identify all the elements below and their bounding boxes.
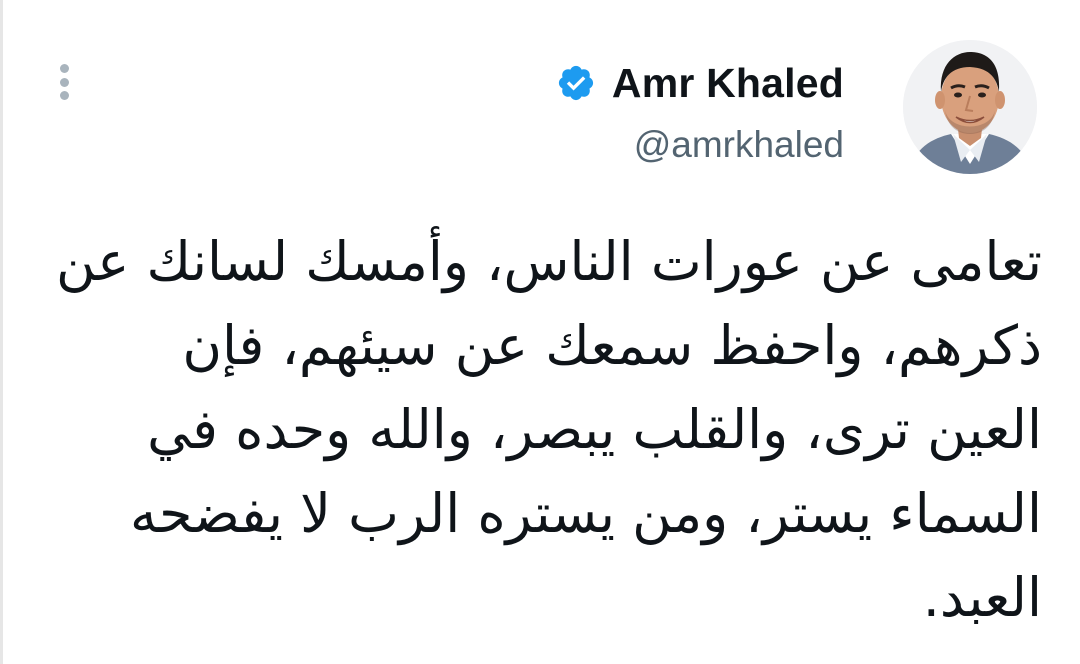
tweet-text-line: العين ترى، والقلب يبصر، والله وحده في: [147, 398, 1042, 461]
tweet-text: تعامى عن عورات الناس، وأمسك لسانك عن ذكر…: [43, 220, 1042, 640]
tweet-text-line: تعامى عن عورات الناس، وأمسك لسانك عن: [55, 230, 1042, 293]
tweet-text-line: السماء يستر، ومن يستره الرب لا يفضحه: [130, 482, 1042, 545]
avatar[interactable]: [903, 40, 1037, 174]
more-vertical-icon-dot: [59, 77, 69, 87]
tweet-text-line: العبد.: [922, 566, 1042, 629]
author-display-name[interactable]: Amr Khaled: [612, 60, 844, 107]
author-name-row[interactable]: Amr Khaled: [556, 58, 844, 108]
more-vertical-icon: [59, 64, 69, 73]
tweet-text-line: ذكرهم، واحفظ سمعك عن سيئهم، فإن: [182, 314, 1042, 377]
profile-photo: [903, 40, 1037, 174]
verified-badge-icon: [558, 65, 593, 101]
tweet-card: Amr Khaled @amrkhaled تعامى عن عورات الن…: [0, 0, 1080, 664]
more-vertical-icon-dot: [59, 91, 69, 100]
more-options-button[interactable]: [51, 60, 77, 104]
author-handle[interactable]: @amrkhaled: [634, 124, 844, 166]
